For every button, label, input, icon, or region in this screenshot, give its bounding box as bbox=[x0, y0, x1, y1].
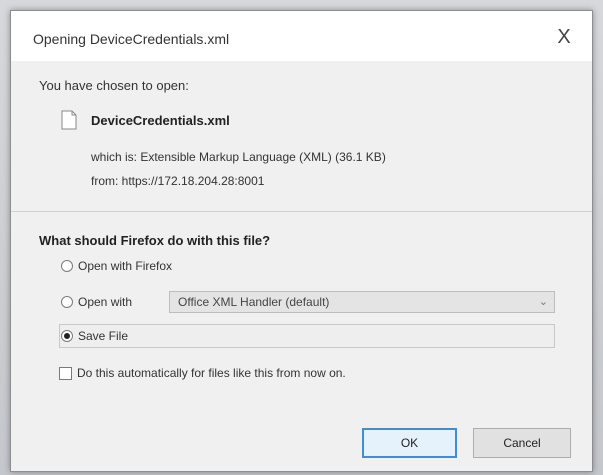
handler-select-value: Office XML Handler (default) bbox=[178, 295, 330, 309]
chosen-to-open-label: You have chosen to open: bbox=[39, 78, 189, 93]
open-with-firefox-option[interactable]: Open with Firefox bbox=[61, 256, 172, 276]
save-file-radio[interactable] bbox=[61, 330, 73, 342]
open-with-firefox-label: Open with Firefox bbox=[78, 259, 173, 273]
file-source-url: from: https://172.18.204.28:8001 bbox=[91, 174, 265, 188]
dialog-title: Opening DeviceCredentials.xml bbox=[33, 31, 230, 47]
cancel-button[interactable]: Cancel bbox=[473, 428, 571, 458]
save-file-focus-frame bbox=[59, 324, 555, 348]
save-file-label: Save File bbox=[78, 329, 129, 343]
open-with-firefox-radio[interactable] bbox=[61, 260, 73, 272]
file-type-info: which is: Extensible Markup Language (XM… bbox=[91, 150, 386, 164]
auto-action-option[interactable]: Do this automatically for files like thi… bbox=[59, 363, 346, 383]
close-button[interactable]: X bbox=[552, 25, 576, 49]
divider bbox=[11, 211, 592, 212]
action-question: What should Firefox do with this file? bbox=[39, 233, 271, 248]
download-dialog: Opening DeviceCredentials.xml X You have… bbox=[10, 10, 593, 472]
auto-action-label: Do this automatically for files like thi… bbox=[77, 366, 346, 380]
file-icon bbox=[61, 110, 77, 130]
ok-button[interactable]: OK bbox=[362, 428, 457, 458]
auto-action-checkbox[interactable] bbox=[59, 366, 72, 380]
open-with-option[interactable]: Open with bbox=[61, 292, 132, 312]
dialog-titlebar: Opening DeviceCredentials.xml X bbox=[11, 11, 592, 61]
save-file-option[interactable]: Save File bbox=[61, 326, 128, 346]
handler-select[interactable]: Office XML Handler (default) ⌄ bbox=[169, 291, 555, 313]
open-with-label: Open with bbox=[78, 295, 133, 309]
file-name: DeviceCredentials.xml bbox=[91, 113, 230, 128]
open-with-radio[interactable] bbox=[61, 296, 73, 308]
chevron-down-icon: ⌄ bbox=[538, 296, 548, 308]
